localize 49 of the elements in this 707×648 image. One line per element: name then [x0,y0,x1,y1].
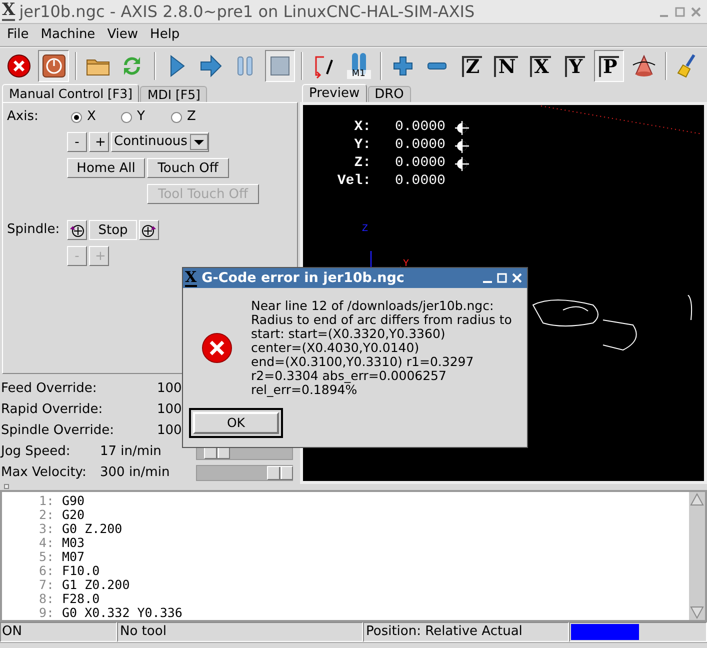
spindle-label: Spindle: [7,221,61,240]
position-status: Position: Relative Actual [363,622,569,642]
line-number: 2: [38,508,54,522]
error-message: Near line 12 of /downloads/jer10b.ngc: Radius to end of arc differs from radius to start: start=(X0.3320,Y0.3360) center=(X0.4030,Y0.0140) end=(X0.3100,Y0.3310) r1=0.3297 r2=0.3304 abs_err=0.0006257 rel_err=0.1894% [251,299,512,397]
dro-axis-label: Y: [353,137,371,154]
dro-value: 0.0000 [395,155,446,172]
dro-axis-label: X: [353,119,371,136]
override-value: 100 [157,380,182,398]
dro-value: 0.0000 [395,173,446,190]
code-line: G0 Z.200 [62,522,122,536]
radio-label: Z [187,108,196,126]
override-label: Rapid Override: [1,400,104,419]
dialog-title: G-Code error in jer10b.ngc [202,268,404,288]
line-number: 5: [38,550,54,564]
line-number: 7: [38,578,54,592]
slider-label: Jog Speed: [1,442,72,461]
code-line: G20 [62,508,85,522]
slider-value: 17 in/min [100,442,162,461]
code-line: M07 [62,550,85,564]
code-line: G90 [62,494,85,508]
code-line: G1 Z0.200 [62,578,130,592]
line-number: 9: [38,606,54,620]
code-line: M03 [62,536,85,550]
dro-axis-label: Z: [353,155,371,172]
slider-value: 300 in/min [100,464,171,482]
tool-status: No tool [117,622,363,642]
line-number: 1: [38,494,54,508]
line-number: 4: [38,536,54,550]
override-value: 100 [157,422,182,440]
override-value: 100 [157,400,182,419]
axis-label: Axis: [7,108,40,126]
override-label: Spindle Override: [1,422,115,440]
window-title: jer10b.ngc - AXIS 2.8.0~pre1 on LinuxCNC-HAL-SIM-AXIS [19,0,475,22]
dro-value: 0.0000 [395,137,446,154]
override-label: Feed Override: [1,380,98,398]
line-number: 3: [38,522,54,536]
slider-label: Max Velocity: [1,464,88,482]
radio-label: Y [137,108,145,126]
dro-axis-label: Vel: [336,173,371,190]
radio-label: X [87,108,96,126]
code-line: G0 X0.332 Y0.336 [62,606,182,620]
code-line: F28.0 [62,592,100,606]
dro-value: 0.0000 [395,119,446,136]
machine-state: ON [0,622,117,642]
axis-label: Y [403,260,410,270]
line-number: 6: [38,564,54,578]
code-line: F10.0 [62,564,100,578]
axis-label: Z [362,225,368,235]
line-number: 8: [38,592,54,606]
